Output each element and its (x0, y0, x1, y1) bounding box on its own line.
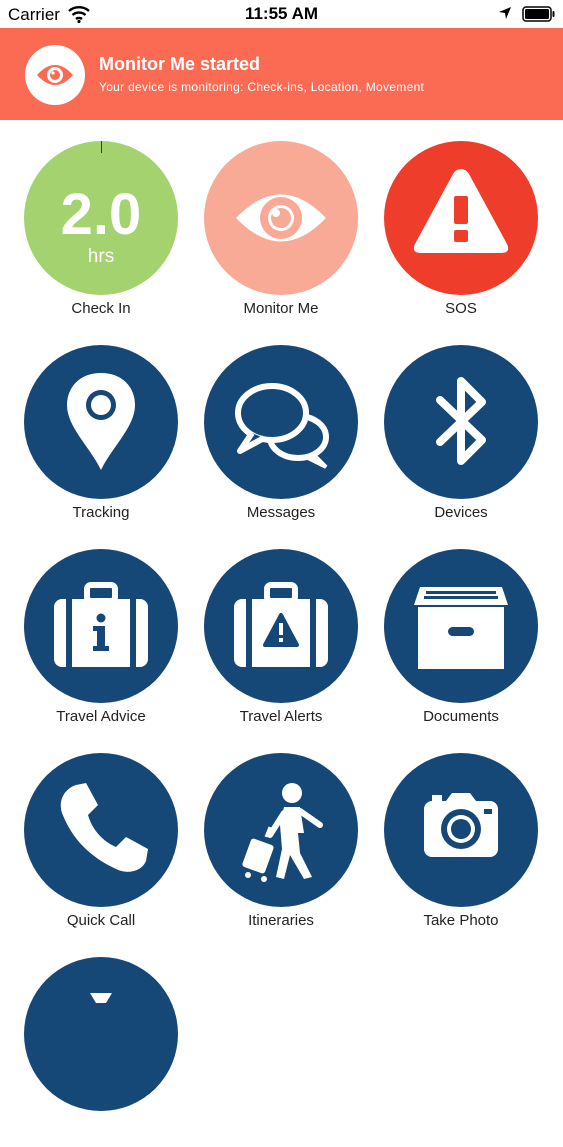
quick-call-circle (24, 753, 178, 907)
tile-take-photo[interactable]: Take Photo (376, 753, 546, 943)
tile-label: Documents (423, 708, 499, 725)
sos-circle (384, 141, 538, 295)
warning-icon (413, 169, 509, 253)
eye-icon (236, 194, 326, 242)
archive-box-icon (414, 587, 508, 669)
suitcase-info-icon (54, 582, 148, 667)
messages-circle (204, 345, 358, 499)
tile-label: Take Photo (423, 912, 499, 929)
tracking-circle (24, 345, 178, 499)
tile-devices[interactable]: Devices (376, 345, 546, 535)
tile-monitor-me[interactable]: Monitor Me (196, 141, 366, 331)
camera-icon (424, 793, 498, 857)
battery-icon (522, 6, 555, 22)
tile-label: Devices (434, 504, 488, 521)
phone-icon (60, 783, 148, 872)
tile-tracking[interactable]: Tracking (16, 345, 186, 535)
banner-subtitle: Your device is monitoring: Check-ins, Lo… (99, 80, 425, 94)
suitcase-alert-icon (234, 582, 328, 667)
tile-label: Messages (246, 504, 316, 521)
chat-bubbles-icon (235, 383, 329, 469)
clock: 11:55 AM (244, 4, 319, 23)
bluetooth-icon (436, 377, 486, 465)
traveler-icon (242, 783, 323, 882)
tile-check-in[interactable]: 2.0 hrs Check In (16, 141, 186, 331)
travel-alerts-circle (204, 549, 358, 703)
tile-label: Travel Alerts (239, 708, 323, 725)
tile-travel-advice[interactable]: Travel Advice (16, 549, 186, 739)
partial-circle (24, 957, 178, 1111)
check-in-timer: 2.0 hrs (24, 141, 178, 295)
tile-label: Travel Advice (56, 708, 146, 725)
tile-partial[interactable] (16, 957, 186, 1147)
check-in-value: 2.0 (60, 182, 142, 247)
map-pin-icon (67, 373, 135, 470)
status-bar: Carrier 11:55 AM (0, 0, 563, 28)
tile-itineraries[interactable]: Itineraries (196, 753, 366, 943)
devices-circle (384, 345, 538, 499)
location-arrow-icon (499, 7, 511, 19)
tile-label: Itineraries (248, 912, 314, 929)
tile-travel-alerts[interactable]: Travel Alerts (196, 549, 366, 739)
tile-label: Check In (71, 300, 131, 317)
tile-messages[interactable]: Messages (196, 345, 366, 535)
tile-sos[interactable]: SOS (376, 141, 546, 331)
monitoring-banner[interactable]: Monitor Me started Your device is monito… (0, 28, 563, 120)
eye-icon (37, 65, 73, 85)
take-photo-circle (384, 753, 538, 907)
documents-circle (384, 549, 538, 703)
eye-badge (25, 45, 85, 105)
tile-quick-call[interactable]: Quick Call (16, 753, 186, 943)
monitor-me-circle (204, 141, 358, 295)
check-in-unit: hrs (87, 246, 115, 267)
tile-label: Quick Call (66, 912, 136, 929)
tile-documents[interactable]: Documents (376, 549, 546, 739)
itineraries-circle (204, 753, 358, 907)
tile-label: Monitor Me (243, 300, 319, 317)
tile-label: SOS (445, 300, 477, 317)
travel-advice-circle (24, 549, 178, 703)
tool-icon (90, 993, 112, 1003)
tile-label: Tracking (72, 504, 130, 521)
banner-title: Monitor Me started (99, 54, 261, 74)
timer-progress-marker (101, 141, 102, 153)
